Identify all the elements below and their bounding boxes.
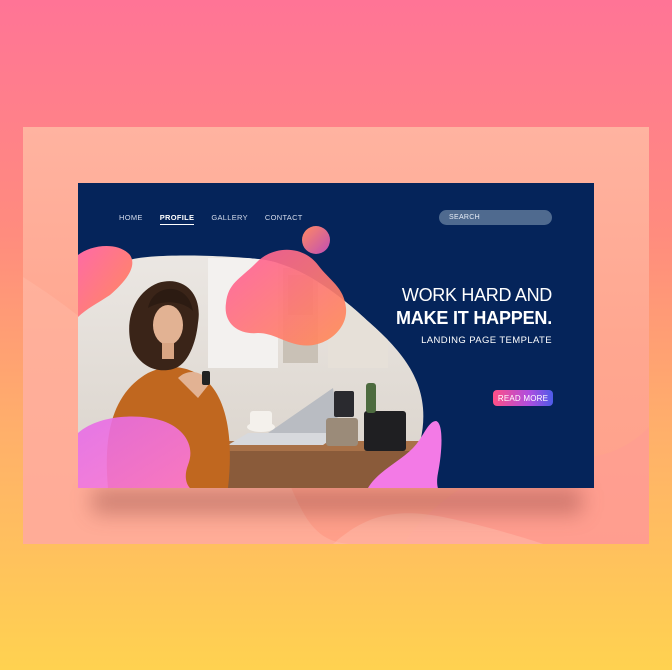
main-nav: HOME PROFILE GALLERY CONTACT <box>119 213 303 225</box>
headline-line-1: WORK HARD AND <box>401 285 552 305</box>
headline-line-2: MAKE IT HAPPEN. <box>395 308 552 328</box>
search-input[interactable] <box>439 210 552 225</box>
nav-item-profile[interactable]: PROFILE <box>159 213 195 225</box>
landing-page-mockup: HOME PROFILE GALLERY CONTACT WORK HARD A… <box>78 183 594 488</box>
decorative-circle <box>302 226 330 254</box>
hero-subtitle: LANDING PAGE TEMPLATE <box>421 335 552 346</box>
violet-blob-shape <box>78 416 191 488</box>
read-more-button[interactable]: READ MORE <box>493 390 553 406</box>
nav-item-home[interactable]: HOME <box>119 213 143 225</box>
nav-item-contact[interactable]: CONTACT <box>265 213 303 225</box>
hero-headline: WORK HARD AND MAKE IT HAPPEN. LANDING PA… <box>396 284 552 346</box>
card-shadow <box>92 488 582 514</box>
nav-item-gallery[interactable]: GALLERY <box>211 213 248 225</box>
